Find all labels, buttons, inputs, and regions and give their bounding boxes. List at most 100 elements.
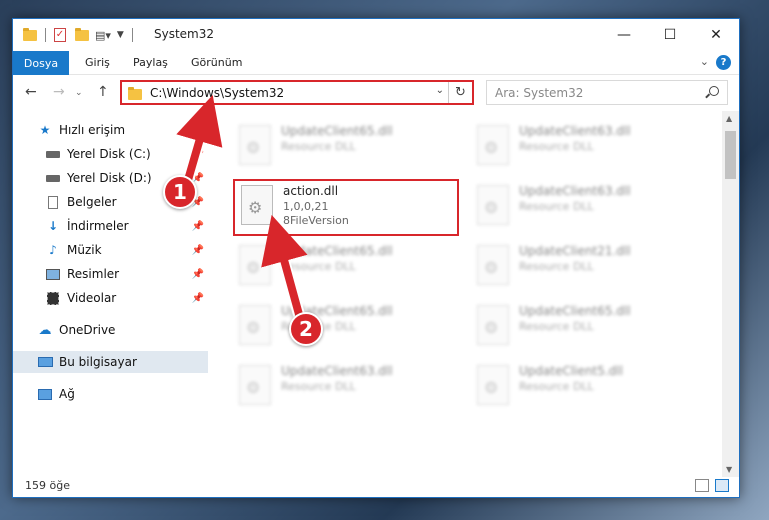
file-type: Resource DLL bbox=[281, 260, 356, 273]
sidebar-item-quick-access[interactable]: ★ Hızlı erişim bbox=[13, 119, 208, 141]
scroll-up-icon[interactable]: ▲ bbox=[726, 114, 732, 123]
sidebar-item-label: Belgeler bbox=[67, 195, 117, 209]
toolbar-dropdown-icon[interactable]: ▼ bbox=[117, 30, 124, 40]
toolbar-divider bbox=[45, 28, 46, 42]
pin-icon[interactable]: 📌 bbox=[192, 269, 204, 280]
sidebar-item-local-disk-c[interactable]: Yerel Disk (C:) 📌 bbox=[13, 143, 208, 165]
download-icon: ↓ bbox=[47, 219, 59, 233]
file-type: Resource DLL bbox=[519, 140, 594, 153]
customize-toolbar-icon[interactable]: ▤▾ bbox=[95, 29, 111, 42]
tab-share[interactable]: Paylaş bbox=[133, 56, 168, 69]
status-bar: 159 öğe bbox=[13, 475, 739, 497]
ribbon: Dosya Giriş Paylaş Görünüm ⌄ ? bbox=[13, 51, 739, 75]
file-name: UpdateClient63.dll bbox=[281, 364, 393, 378]
file-name: UpdateClient65.dll bbox=[281, 244, 393, 258]
file-item[interactable]: UpdateClient65.dll Resource DLL bbox=[233, 119, 463, 173]
large-icons-view-icon[interactable] bbox=[715, 479, 729, 492]
file-list: UpdateClient65.dll Resource DLL UpdateCl… bbox=[213, 111, 723, 477]
sidebar-item-pictures[interactable]: Resimler 📌 bbox=[13, 263, 208, 285]
help-icon[interactable]: ? bbox=[716, 55, 731, 70]
file-type: Resource DLL bbox=[281, 380, 356, 393]
tab-file[interactable]: Dosya bbox=[13, 51, 69, 75]
close-button[interactable]: ✕ bbox=[693, 19, 739, 51]
file-item[interactable]: UpdateClient65.dll Resource DLL bbox=[233, 299, 463, 353]
step-badge-2: 2 bbox=[289, 312, 323, 346]
sidebar-item-label: Videolar bbox=[67, 291, 117, 305]
expand-ribbon-icon[interactable]: ⌄ bbox=[700, 55, 709, 68]
scrollbar-thumb[interactable] bbox=[725, 131, 736, 179]
dll-file-icon bbox=[239, 305, 271, 345]
documents-icon bbox=[45, 195, 61, 209]
tab-home[interactable]: Giriş bbox=[85, 56, 110, 69]
address-bar[interactable]: C:\Windows\System32 ⌄ ↻ bbox=[120, 80, 474, 105]
file-item[interactable]: UpdateClient63.dll Resource DLL bbox=[471, 179, 701, 233]
file-type: Resource DLL bbox=[519, 380, 594, 393]
file-name: UpdateClient65.dll bbox=[519, 304, 631, 318]
pin-icon[interactable]: 📌 bbox=[192, 221, 204, 232]
pin-icon[interactable]: 📌 bbox=[192, 245, 204, 256]
refresh-icon[interactable]: ↻ bbox=[448, 82, 472, 103]
navigation-bar: ← → ⌄ ↑ C:\Windows\System32 ⌄ ↻ Ara: Sys… bbox=[13, 75, 739, 111]
address-path: C:\Windows\System32 bbox=[150, 86, 285, 100]
recent-locations-icon[interactable]: ⌄ bbox=[75, 88, 83, 98]
network-icon bbox=[37, 387, 53, 401]
file-type: Resource DLL bbox=[519, 200, 594, 213]
file-item[interactable]: UpdateClient63.dll Resource DLL bbox=[471, 119, 701, 173]
computer-icon bbox=[37, 355, 53, 369]
dll-file-icon bbox=[477, 245, 509, 285]
up-arrow-icon[interactable]: ↑ bbox=[97, 84, 109, 100]
details-view-icon[interactable] bbox=[695, 479, 709, 492]
new-folder-icon[interactable] bbox=[75, 27, 89, 41]
scroll-down-icon[interactable]: ▼ bbox=[726, 465, 732, 474]
tab-view[interactable]: Görünüm bbox=[191, 56, 242, 69]
sidebar-item-downloads[interactable]: ↓ İndirmeler 📌 bbox=[13, 215, 208, 237]
sidebar-item-label: Yerel Disk (C:) bbox=[67, 147, 151, 161]
maximize-button[interactable]: ☐ bbox=[647, 19, 693, 51]
sidebar-item-music[interactable]: ♪ Müzik 📌 bbox=[13, 239, 208, 261]
item-count: 159 öğe bbox=[25, 479, 70, 492]
sidebar-item-network[interactable]: Ağ bbox=[13, 383, 208, 405]
back-arrow-icon[interactable]: ← bbox=[25, 84, 37, 100]
pin-icon[interactable]: 📌 bbox=[192, 149, 204, 160]
forward-arrow-icon[interactable]: → bbox=[53, 84, 65, 100]
sidebar-item-videos[interactable]: Videolar 📌 bbox=[13, 287, 208, 309]
pictures-icon bbox=[45, 267, 61, 281]
file-item[interactable]: UpdateClient63.dll Resource DLL bbox=[233, 359, 463, 413]
title-bar: ✓ ▤▾ ▼ System32 — ☐ ✕ bbox=[13, 19, 739, 51]
sidebar-item-label: OneDrive bbox=[59, 323, 116, 337]
toolbar-divider bbox=[131, 28, 133, 42]
search-icon bbox=[709, 86, 719, 96]
sidebar-item-label: Ağ bbox=[59, 387, 75, 401]
folder-icon bbox=[23, 27, 37, 41]
pin-icon[interactable]: 📌 bbox=[192, 293, 204, 304]
vertical-scrollbar[interactable]: ▲ ▼ bbox=[722, 111, 739, 477]
dll-file-icon bbox=[477, 365, 509, 405]
sidebar-item-label: İndirmeler bbox=[67, 219, 129, 233]
navigation-pane: ★ Hızlı erişim Yerel Disk (C:) 📌 Yerel D… bbox=[13, 111, 208, 477]
drive-icon bbox=[45, 147, 61, 161]
minimize-button[interactable]: — bbox=[601, 19, 647, 51]
sidebar-item-label: Hızlı erişim bbox=[59, 123, 126, 137]
star-icon: ★ bbox=[39, 123, 51, 137]
dll-file-icon bbox=[477, 185, 509, 225]
file-name: UpdateClient65.dll bbox=[281, 124, 393, 138]
folder-icon bbox=[128, 87, 142, 100]
window-title: System32 bbox=[154, 27, 215, 41]
file-name: UpdateClient5.dll bbox=[519, 364, 623, 378]
step-badge-1: 1 bbox=[163, 175, 197, 209]
dll-file-icon bbox=[477, 125, 509, 165]
file-item[interactable]: UpdateClient5.dll Resource DLL bbox=[471, 359, 701, 413]
dll-file-icon bbox=[477, 305, 509, 345]
file-item[interactable]: UpdateClient21.dll Resource DLL bbox=[471, 239, 701, 293]
video-icon bbox=[45, 291, 61, 305]
sidebar-item-onedrive[interactable]: ☁ OneDrive bbox=[13, 319, 208, 341]
properties-icon[interactable]: ✓ bbox=[54, 28, 66, 42]
file-item[interactable]: UpdateClient65.dll Resource DLL bbox=[471, 299, 701, 353]
file-name: UpdateClient63.dll bbox=[519, 124, 631, 138]
file-highlight-box bbox=[233, 179, 459, 236]
sidebar-item-label: Resimler bbox=[67, 267, 120, 281]
search-box[interactable]: Ara: System32 bbox=[486, 80, 728, 105]
file-item[interactable]: UpdateClient65.dll Resource DLL bbox=[233, 239, 463, 293]
address-dropdown-icon[interactable]: ⌄ bbox=[436, 85, 444, 96]
sidebar-item-this-pc[interactable]: Bu bilgisayar bbox=[13, 351, 208, 373]
